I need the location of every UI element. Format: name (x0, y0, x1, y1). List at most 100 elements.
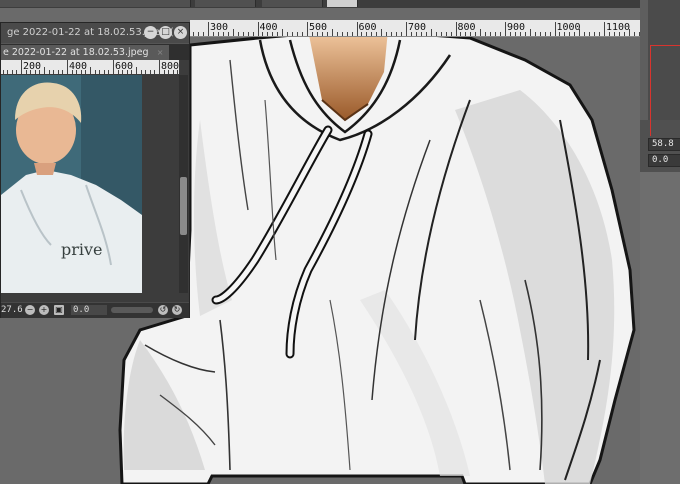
rotate-right-icon[interactable]: ↻ (172, 305, 182, 315)
ruler-tick (554, 22, 556, 36)
ruler-tick (292, 32, 294, 36)
value-field-1[interactable]: 58.8 (648, 138, 680, 151)
zoom-out-icon[interactable]: − (25, 305, 35, 315)
ruler-tick (16, 70, 18, 74)
rotation-slider[interactable] (111, 307, 153, 313)
tab-reference-image[interactable]: e 2022-01-22 at 18.02.53.jpeg × (1, 45, 169, 60)
ruler-tick (544, 32, 546, 36)
ruler-tick (257, 22, 259, 36)
fit-icon[interactable]: ▣ (54, 305, 64, 315)
ruler-tick (103, 70, 105, 74)
ruler-label: 1100 (606, 22, 631, 33)
ruler-tick (198, 32, 200, 36)
photo-caption: prive (61, 240, 103, 259)
minimize-icon[interactable]: − (144, 26, 157, 39)
ruler-label: 400 (259, 22, 278, 33)
ruler-tick (386, 32, 388, 36)
ruler-tick (136, 67, 137, 74)
ruler-tick (247, 32, 249, 36)
tab-close-icon[interactable]: × (156, 48, 165, 57)
maximize-icon[interactable]: □ (159, 26, 172, 39)
main-ruler: 300 400 500 600 700 800 900 1000 1100 (190, 20, 640, 37)
ruler-tick (48, 70, 50, 74)
ruler-label: 500 (309, 22, 328, 33)
ruler-tick (21, 60, 22, 74)
ruler-tick (604, 22, 605, 36)
ruler-tick (282, 29, 284, 36)
ruler-tick (159, 60, 160, 74)
ruler-tick (113, 60, 114, 74)
selection-frame (650, 45, 680, 136)
ruler-tick (203, 32, 205, 36)
ruler-tick (589, 32, 591, 36)
ruler-tick (336, 32, 338, 36)
ruler-tick (208, 22, 209, 36)
ruler-label: 600 (115, 61, 134, 72)
ruler-tick (351, 32, 353, 36)
ruler-tick (534, 32, 536, 36)
ruler-tick (435, 32, 437, 36)
ruler-label: 700 (408, 22, 427, 33)
ruler-tick (450, 32, 452, 36)
ruler-tick (90, 67, 91, 74)
reference-photo: prive (1, 75, 142, 293)
ruler-tick (44, 67, 45, 74)
scroll-thumb[interactable] (180, 177, 187, 235)
ruler-tick (154, 70, 156, 74)
ruler-tick (599, 32, 601, 36)
ruler-tick (140, 70, 142, 74)
reference-tabbar: e 2022-01-22 at 18.02.53.jpeg × (1, 43, 189, 60)
ruler-label: 300 (210, 22, 229, 33)
ruler-tick (99, 70, 101, 74)
ruler-tick (237, 32, 239, 36)
ruler-tick (346, 32, 348, 36)
ruler-tick (539, 32, 541, 36)
ruler-tick (633, 32, 635, 36)
ruler-tick (356, 22, 358, 36)
reference-ruler: 200 400 600 800 (1, 60, 179, 74)
reference-scrollbar[interactable] (179, 75, 188, 293)
ruler-tick (396, 32, 398, 36)
ruler-tick (445, 32, 447, 36)
ruler-tick (193, 32, 195, 36)
ruler-tick (108, 70, 110, 74)
zoom-value: 27.6 (1, 305, 23, 315)
ruler-tick (406, 22, 407, 36)
rotate-left-icon[interactable]: ↺ (158, 305, 168, 315)
ruler-tick (549, 32, 551, 36)
ruler-tick (440, 32, 442, 36)
ruler-tick (341, 32, 343, 36)
rotation-value[interactable]: 0.0 (71, 305, 107, 315)
ruler-tick (232, 29, 234, 36)
zoom-in-icon[interactable]: + (39, 305, 49, 315)
ruler-tick (2, 70, 4, 74)
reference-window[interactable]: ge 2022-01-22 at 18.02.53.jpeg ( − □ × e… (0, 22, 190, 318)
ruler-tick (7, 70, 9, 74)
ruler-tick (242, 32, 244, 36)
ruler-tick (490, 32, 492, 36)
ruler-tick (11, 70, 13, 74)
ruler-tick (485, 32, 487, 36)
reference-statusbar: 27.6 − + ▣ 0.0 ↺ ↻ (1, 302, 189, 318)
ruler-tick (302, 32, 304, 36)
ruler-tick (594, 32, 596, 36)
ruler-tick (297, 32, 299, 36)
ruler-tick (331, 29, 333, 36)
ruler-tick (149, 70, 151, 74)
ruler-tick (307, 22, 308, 36)
close-icon[interactable]: × (174, 26, 187, 39)
ruler-tick (584, 32, 586, 36)
reference-titlebar[interactable]: ge 2022-01-22 at 18.02.53.jpeg ( − □ × (1, 23, 189, 43)
value-field-2[interactable]: 0.0 (648, 154, 680, 167)
ruler-tick (430, 29, 432, 36)
ruler-tick (94, 70, 96, 74)
ruler-tick (455, 22, 457, 36)
ruler-tick (57, 70, 59, 74)
ruler-tick (62, 70, 64, 74)
ruler-tick (529, 29, 531, 36)
ruler-label: 200 (23, 61, 42, 72)
ruler-tick (401, 32, 403, 36)
ruler-tick (495, 32, 497, 36)
tab-label: e 2022-01-22 at 18.02.53.jpeg (3, 47, 149, 58)
ruler-tick (480, 29, 482, 36)
